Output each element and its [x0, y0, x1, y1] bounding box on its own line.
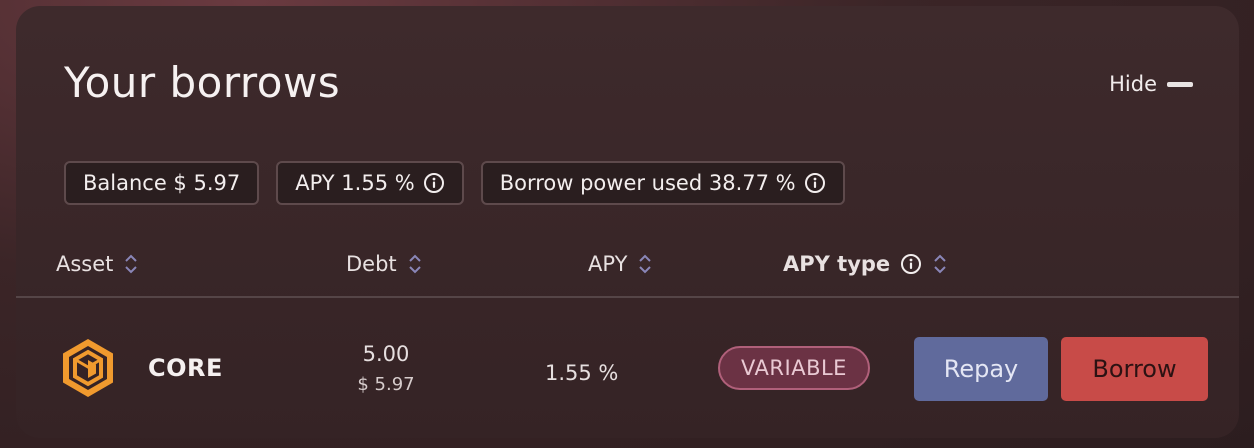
header-apy-label: APY	[588, 252, 628, 276]
header-apy-type[interactable]: APY type	[783, 251, 948, 277]
balance-text: Balance $ 5.97	[83, 171, 241, 195]
header-apy[interactable]: APY	[588, 251, 653, 277]
balance-pill: Balance $ 5.97	[64, 161, 260, 205]
header-apy-type-label: APY type	[783, 252, 891, 276]
table-header: Asset Debt APY APY type	[16, 251, 1239, 287]
header-debt[interactable]: Debt	[346, 251, 423, 277]
borrow-power-pill: Borrow power used 38.77 %	[480, 161, 845, 205]
apy-pill: APY 1.55 %	[276, 161, 464, 205]
apy-value: 1.55 %	[545, 361, 619, 385]
borrow-button[interactable]: Borrow	[1061, 337, 1208, 401]
apy-text: APY 1.55 %	[295, 171, 415, 195]
sort-icon[interactable]	[932, 251, 948, 277]
apy-type-label: VARIABLE	[741, 356, 847, 380]
info-icon[interactable]	[423, 172, 445, 194]
section-title: Your borrows	[64, 58, 341, 107]
info-icon[interactable]	[804, 172, 826, 194]
asset-name: CORE	[148, 354, 223, 382]
table-row: CORE 5.00 $ 5.97 1.55 % VARIABLE Repay B…	[16, 298, 1239, 438]
core-logo-icon	[56, 336, 120, 400]
borrows-card: Your borrows Hide Balance $ 5.97 APY 1.5…	[16, 6, 1239, 438]
summary-pills: Balance $ 5.97 APY 1.55 % Borrow power u…	[64, 161, 845, 205]
asset-cell: CORE	[56, 336, 223, 400]
sort-icon[interactable]	[637, 251, 653, 277]
minus-icon	[1167, 81, 1193, 87]
borrow-power-text: Borrow power used 38.77 %	[499, 171, 796, 195]
info-icon[interactable]	[900, 253, 922, 275]
hide-label: Hide	[1109, 72, 1157, 96]
debt-usd: $ 5.97	[357, 374, 415, 395]
header-debt-label: Debt	[346, 252, 397, 276]
sort-icon[interactable]	[407, 251, 423, 277]
sort-icon[interactable]	[123, 251, 139, 277]
debt-cell: 5.00 $ 5.97	[334, 342, 438, 395]
apy-type-badge[interactable]: VARIABLE	[718, 346, 870, 390]
header-asset[interactable]: Asset	[56, 251, 139, 277]
hide-toggle[interactable]: Hide	[1109, 72, 1193, 96]
debt-amount: 5.00	[362, 342, 410, 366]
repay-button[interactable]: Repay	[914, 337, 1048, 401]
header-asset-label: Asset	[56, 252, 114, 276]
